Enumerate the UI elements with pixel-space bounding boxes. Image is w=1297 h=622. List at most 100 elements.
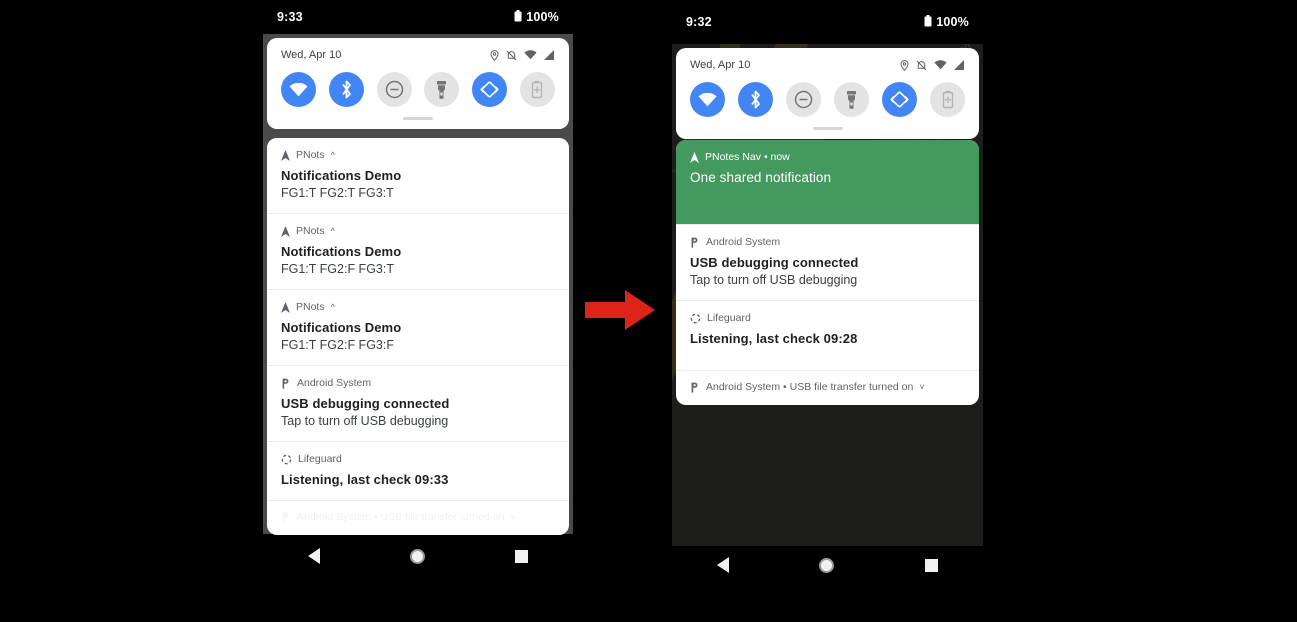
battery-icon — [924, 14, 932, 30]
quick-settings-drag-handle[interactable] — [403, 117, 433, 120]
notification-header: Lifeguard — [690, 312, 965, 324]
bluetooth-tile[interactable] — [738, 82, 773, 117]
notification-text: FG1:T FG2:T FG3:T — [281, 186, 394, 200]
notification-item[interactable]: PNots ^ Notifications Demo FG1:T FG2:T F… — [267, 138, 569, 213]
notification-title: USB debugging connected — [690, 255, 859, 270]
notification-shade-right[interactable]: PNotes Nav • now One shared notification… — [676, 140, 979, 405]
phone-right: 9:32 100% PNotes Nav • now One shared no… — [672, 0, 983, 622]
chevron-down-icon[interactable]: ˅ — [919, 382, 924, 392]
notification-item[interactable]: Android System USB debugging connected T… — [676, 224, 979, 300]
notification-text: Tap to turn off USB debugging — [281, 414, 449, 428]
screen-right: Landings Dr Charleston n St ngstorff Goo… — [672, 44, 983, 584]
notification-header: PNots ^ — [281, 149, 555, 161]
wifi-icon — [934, 60, 947, 70]
flashlight-tile[interactable] — [424, 72, 460, 107]
quick-settings-date: Wed, Apr 10 — [690, 59, 751, 71]
quick-settings-panel-right[interactable]: Wed, Apr 10 — [676, 48, 979, 139]
auto-rotate-tile[interactable] — [472, 72, 508, 107]
notification-text: Tap to turn off USB debugging — [690, 273, 858, 287]
battery-percent: 100% — [526, 10, 559, 24]
status-time: 9:32 — [686, 15, 712, 29]
notification-item[interactable]: PNots ^ Notifications Demo FG1:T FG2:F F… — [267, 213, 569, 289]
notification-header: PNots ^ — [281, 301, 555, 313]
battery-icon — [514, 9, 522, 25]
notification-app-name: Android System — [297, 377, 372, 389]
navigation-arrow-icon — [690, 151, 699, 163]
do-not-disturb-tile[interactable] — [786, 82, 821, 117]
battery-saver-tile[interactable] — [519, 72, 555, 107]
notification-app-name: PNots — [296, 149, 325, 161]
home-button[interactable] — [410, 548, 425, 564]
status-right-group: 100% — [924, 14, 969, 30]
location-icon — [900, 59, 909, 71]
quick-settings-status-icons — [490, 49, 555, 61]
sync-dashed-circle-icon — [281, 454, 292, 465]
quick-settings-status-icons — [900, 59, 965, 71]
recents-button[interactable] — [515, 549, 528, 563]
chevron-up-icon[interactable]: ^ — [331, 302, 335, 312]
notification-title: One shared notification — [690, 170, 832, 185]
notification-footer[interactable]: Android System • USB file transfer turne… — [267, 500, 569, 535]
quick-settings-date: Wed, Apr 10 — [281, 49, 342, 61]
battery-percent: 100% — [936, 15, 969, 29]
quick-settings-header: Wed, Apr 10 — [676, 48, 979, 73]
notification-text: FG1:T FG2:F FG3:T — [281, 262, 394, 276]
notification-header: PNotes Nav • now — [690, 151, 965, 163]
navigation-arrow-icon — [281, 149, 290, 161]
status-right-group: 100% — [514, 9, 559, 25]
quick-settings-panel-left[interactable]: Wed, Apr 10 — [267, 38, 569, 129]
bluetooth-tile[interactable] — [328, 72, 364, 107]
notification-title: Listening, last check 09:33 — [281, 472, 449, 487]
auto-rotate-tile[interactable] — [882, 82, 917, 117]
signal-icon — [954, 60, 965, 70]
notification-title: Notifications Demo — [281, 168, 402, 183]
battery-saver-tile[interactable] — [930, 82, 965, 117]
wifi-tile[interactable] — [690, 82, 725, 117]
android-system-icon — [690, 382, 700, 393]
notification-item[interactable]: PNotes Nav • now One shared notification — [676, 140, 979, 224]
notification-text: FG1:T FG2:F FG3:F — [281, 338, 394, 352]
transition-arrow — [585, 286, 660, 339]
notification-item[interactable]: Lifeguard Listening, last check 09:33 — [267, 441, 569, 500]
chevron-up-icon[interactable]: ^ — [331, 150, 335, 160]
chevron-up-icon[interactable]: ^ — [331, 226, 335, 236]
notification-title: Notifications Demo — [281, 244, 402, 259]
back-button[interactable] — [308, 548, 320, 564]
notification-shade-left[interactable]: PNots ^ Notifications Demo FG1:T FG2:T F… — [267, 138, 569, 535]
flashlight-tile[interactable] — [834, 82, 869, 117]
quick-settings-tiles — [267, 63, 569, 111]
wifi-icon — [524, 50, 537, 60]
notification-footer-text: Android System • USB file transfer turne… — [706, 381, 914, 393]
android-system-icon — [690, 237, 700, 248]
notifications-muted-icon — [506, 50, 517, 61]
screen-left: PNots ^ Notifications Demo FG1:T FG2:T F… — [263, 34, 573, 578]
android-system-icon — [281, 512, 291, 523]
notification-item[interactable]: Android System USB debugging connected T… — [267, 365, 569, 441]
notification-app-name: PNots — [296, 225, 325, 237]
notification-title: USB debugging connected — [281, 396, 450, 411]
recents-button[interactable] — [924, 558, 938, 572]
nav-bar-right — [672, 546, 983, 584]
notification-item[interactable]: Lifeguard Listening, last check 09:28 — [676, 300, 979, 370]
notification-spacer — [690, 347, 965, 358]
sync-dashed-circle-icon — [690, 313, 701, 324]
notification-footer[interactable]: Android System • USB file transfer turne… — [676, 370, 979, 405]
notification-app-name: Android System — [706, 236, 781, 248]
status-bar-right: 9:32 100% — [672, 0, 983, 44]
notification-spacer — [690, 186, 965, 212]
navigation-arrow-icon — [281, 301, 290, 313]
signal-icon — [544, 50, 555, 60]
back-button[interactable] — [717, 557, 730, 573]
chevron-down-icon[interactable]: ˅ — [510, 512, 515, 522]
quick-settings-drag-handle[interactable] — [812, 127, 843, 130]
notification-header: Android System — [690, 236, 965, 248]
navigation-arrow-icon — [281, 225, 290, 237]
home-button[interactable] — [819, 557, 835, 573]
wifi-tile[interactable] — [281, 72, 316, 107]
android-system-icon — [281, 378, 291, 389]
location-icon — [490, 49, 499, 61]
screenshot-stage: 9:33 100% PNots ^ Notifications Demo FG1… — [0, 0, 1297, 622]
do-not-disturb-tile[interactable] — [376, 72, 412, 107]
quick-settings-header: Wed, Apr 10 — [267, 38, 569, 63]
notification-item[interactable]: PNots ^ Notifications Demo FG1:T FG2:F F… — [267, 289, 569, 365]
